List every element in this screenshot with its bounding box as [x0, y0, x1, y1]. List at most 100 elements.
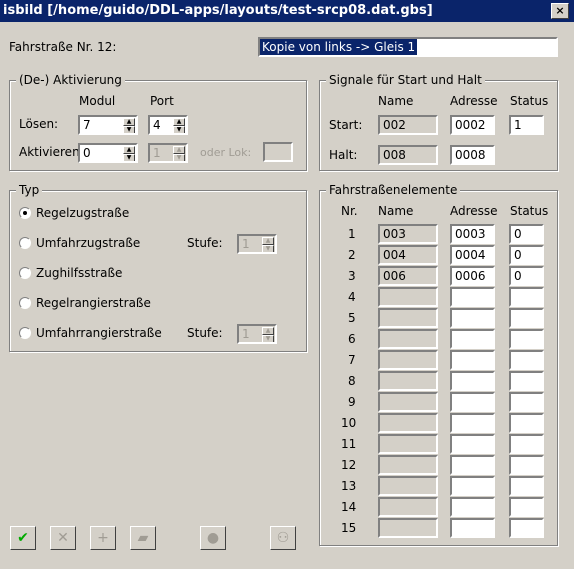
aktivieren-modul-value: 0: [83, 146, 91, 160]
halt-adresse-input[interactable]: 0008: [450, 145, 495, 165]
element-adresse-input[interactable]: [450, 329, 495, 349]
element-nr: 5: [348, 311, 356, 325]
route-name-input[interactable]: Kopie von links -> Gleis 1: [258, 37, 558, 57]
element-adresse-input[interactable]: [450, 455, 495, 475]
element-adresse-input[interactable]: [450, 476, 495, 496]
plus-icon: +: [97, 530, 109, 546]
element-nr: 9: [348, 395, 356, 409]
element-name-field: [378, 350, 438, 370]
copy-button: ▰: [130, 526, 156, 550]
aktivieren-port-spinner: 1 ▲ ▼: [148, 143, 188, 163]
element-adresse-input[interactable]: [450, 371, 495, 391]
spinner-arrows-icon[interactable]: ▲ ▼: [173, 118, 185, 133]
element-status-input[interactable]: [509, 287, 544, 307]
element-nr: 13: [341, 479, 357, 493]
loesen-modul-spinner[interactable]: 7 ▲ ▼: [78, 115, 138, 135]
start-adresse-input[interactable]: 0002: [450, 115, 495, 135]
element-status-input[interactable]: 0: [509, 266, 544, 286]
element-adresse-input[interactable]: [450, 518, 495, 538]
spinner-arrows-icon[interactable]: ▲ ▼: [123, 118, 135, 133]
element-adresse-input[interactable]: [450, 434, 495, 454]
regelrangier-label[interactable]: Regelrangierstraße: [36, 296, 151, 310]
umfahrzug-label[interactable]: Umfahrzugstraße: [36, 236, 140, 250]
element-status-input[interactable]: [509, 497, 544, 517]
element-nr: 12: [341, 458, 357, 472]
elements-col-name: Name: [378, 204, 414, 218]
loesen-port-spinner[interactable]: 4 ▲ ▼: [148, 115, 188, 135]
spinner-arrows-icon: ▲ ▼: [262, 237, 274, 252]
typ-legend: Typ: [16, 183, 43, 197]
start-status-input[interactable]: 1: [509, 115, 544, 135]
stufe-value-2: 1: [242, 327, 250, 341]
element-nr: 15: [341, 521, 357, 535]
element-name-field: 006: [378, 266, 438, 286]
element-nr: 7: [348, 353, 356, 367]
ok-button[interactable]: ✔: [10, 526, 36, 550]
element-nr: 6: [348, 332, 356, 346]
element-adresse-input[interactable]: [450, 308, 495, 328]
element-name-field: [378, 392, 438, 412]
element-status-input[interactable]: [509, 434, 544, 454]
add-button: +: [90, 526, 116, 550]
element-status-input[interactable]: [509, 329, 544, 349]
element-adresse-input[interactable]: [450, 287, 495, 307]
elements-col-nr: Nr.: [341, 204, 358, 218]
view-button: ⚇: [270, 526, 296, 550]
element-adresse-input[interactable]: [450, 392, 495, 412]
element-name-field: 003: [378, 224, 438, 244]
element-name-field: [378, 455, 438, 475]
element-name-field: [378, 497, 438, 517]
element-status-input[interactable]: [509, 350, 544, 370]
lok-input: [263, 142, 293, 162]
element-name-field: [378, 329, 438, 349]
element-status-input[interactable]: [509, 308, 544, 328]
radio-umfahrrangier[interactable]: [19, 327, 31, 339]
element-adresse-input[interactable]: [450, 413, 495, 433]
element-name-field: [378, 476, 438, 496]
col-modul: Modul: [79, 94, 116, 108]
element-status-input[interactable]: [509, 371, 544, 391]
close-button[interactable]: ×: [551, 3, 569, 19]
element-status-input[interactable]: [509, 518, 544, 538]
regelzug-label[interactable]: Regelzugstraße: [36, 206, 129, 220]
element-status-input[interactable]: 0: [509, 224, 544, 244]
element-name-field: [378, 371, 438, 391]
element-adresse-input[interactable]: [450, 497, 495, 517]
element-status-input[interactable]: [509, 455, 544, 475]
spinner-arrows-icon: ▲ ▼: [173, 146, 185, 161]
element-name-field: [378, 413, 438, 433]
element-status-input[interactable]: 0: [509, 245, 544, 265]
radio-regelrangier[interactable]: [19, 297, 31, 309]
window-title: isbild [/home/guido/DDL-apps/layouts/tes…: [3, 3, 433, 18]
umfahrrangier-label[interactable]: Umfahrrangierstraße: [36, 326, 162, 340]
glasses-icon: ⚇: [276, 530, 290, 546]
element-nr: 8: [348, 374, 356, 388]
element-adresse-input[interactable]: 0004: [450, 245, 495, 265]
element-name-field: [378, 518, 438, 538]
stufe-label-1: Stufe:: [187, 236, 223, 250]
element-adresse-input[interactable]: 0003: [450, 224, 495, 244]
element-adresse-input[interactable]: [450, 350, 495, 370]
dot-icon: ●: [206, 530, 220, 546]
stufe-value-1: 1: [242, 237, 250, 251]
element-nr: 3: [348, 269, 356, 283]
copy-icon: ▰: [137, 530, 149, 546]
element-status-input[interactable]: [509, 392, 544, 412]
zughilfs-label[interactable]: Zughilfsstraße: [36, 266, 122, 280]
element-nr: 10: [341, 416, 357, 430]
radio-regelzug[interactable]: [19, 207, 31, 219]
element-nr: 11: [341, 437, 357, 451]
element-adresse-input[interactable]: 0006: [450, 266, 495, 286]
radio-zughilfs[interactable]: [19, 267, 31, 279]
radio-umfahrzug[interactable]: [19, 237, 31, 249]
start-name-field: 002: [378, 115, 438, 135]
x-icon: ✕: [57, 530, 69, 546]
element-status-input[interactable]: [509, 476, 544, 496]
element-name-field: 004: [378, 245, 438, 265]
element-nr: 2: [348, 248, 356, 262]
check-icon: ✔: [17, 530, 29, 546]
aktivieren-modul-spinner[interactable]: 0 ▲ ▼: [78, 143, 138, 163]
spinner-arrows-icon[interactable]: ▲ ▼: [123, 146, 135, 161]
aktivieren-port-value: 1: [153, 146, 161, 160]
element-status-input[interactable]: [509, 413, 544, 433]
